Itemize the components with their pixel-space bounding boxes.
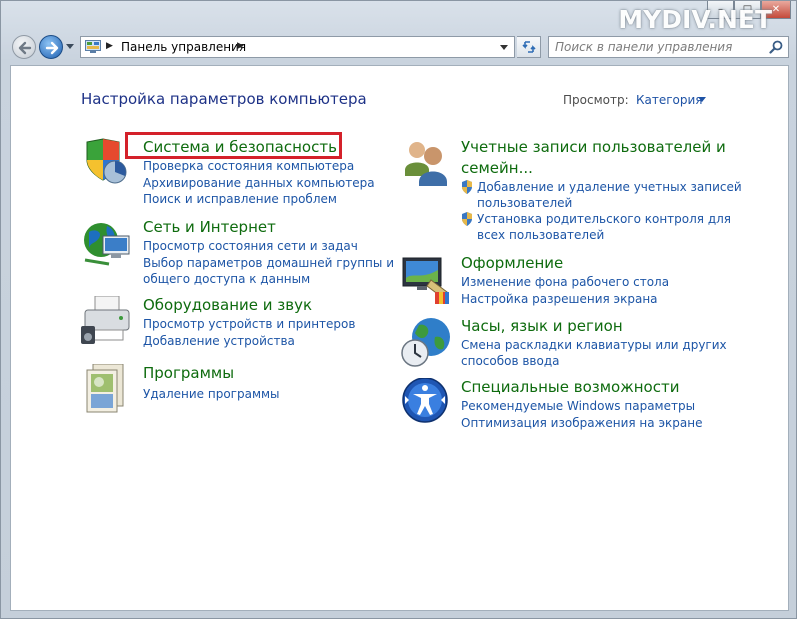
category-link[interactable]: общего доступа к данным — [143, 271, 310, 287]
category-link[interactable]: Просмотр устройств и принтеров — [143, 316, 355, 332]
category-title[interactable]: Оформление — [461, 254, 563, 272]
window-frame: – □ ✕ MYDIV.NET ▶ Панель управления ▶ По… — [0, 0, 797, 619]
page-title: Настройка параметров компьютера — [81, 90, 367, 108]
category-link[interactable]: Проверка состояния компьютера — [143, 158, 354, 174]
breadcrumb-item-control-panel[interactable]: Панель управления — [121, 40, 246, 54]
category-link[interactable]: Выбор параметров домашней группы и — [143, 255, 394, 271]
appearance-icon — [402, 257, 449, 304]
category-link[interactable]: всех пользователей — [477, 227, 604, 243]
category-title[interactable]: Часы, язык и регион — [461, 317, 623, 335]
control-panel-icon — [85, 40, 101, 53]
programs-icon — [86, 364, 124, 413]
uac-shield-icon — [462, 180, 472, 194]
highlight-box — [125, 132, 342, 159]
category-link[interactable]: способов ввода — [461, 353, 560, 369]
category-title[interactable]: Учетные записи пользователей и — [461, 138, 726, 156]
forward-button[interactable] — [39, 35, 63, 59]
category-link[interactable]: Поиск и исправление проблем — [143, 191, 337, 207]
watermark: MYDIV.NET — [618, 5, 772, 34]
category-title[interactable]: Специальные возможности — [461, 378, 679, 396]
back-button[interactable] — [12, 35, 36, 59]
content-area: Настройка параметров компьютера Просмотр… — [10, 65, 789, 611]
category-title[interactable]: Программы — [143, 364, 234, 382]
view-by-label: Просмотр: — [563, 93, 629, 107]
user-accounts-icon — [405, 142, 447, 186]
refresh-button[interactable] — [517, 36, 541, 58]
clock-language-region-icon — [401, 318, 450, 367]
category-link[interactable]: Просмотр состояния сети и задач — [143, 238, 358, 254]
category-link[interactable]: Оптимизация изображения на экране — [461, 415, 702, 431]
breadcrumb-separator-icon[interactable]: ▶ — [237, 41, 244, 51]
category-link[interactable]: Изменение фона рабочего стола — [461, 274, 669, 290]
network-internet-icon — [84, 223, 130, 266]
recent-pages-dropdown[interactable] — [66, 44, 74, 49]
refresh-icon — [521, 41, 536, 53]
chevron-down-icon[interactable] — [698, 97, 706, 102]
hardware-sound-icon — [81, 296, 130, 344]
category-title[interactable]: Сеть и Интернет — [143, 218, 276, 236]
category-link[interactable]: Установка родительского контроля для — [477, 211, 731, 227]
breadcrumb-separator-icon[interactable]: ▶ — [106, 41, 113, 51]
search-input[interactable] — [549, 37, 771, 57]
view-by-dropdown[interactable]: Категория — [636, 93, 703, 107]
address-dropdown[interactable] — [500, 45, 508, 50]
search-box[interactable] — [548, 36, 789, 58]
search-icon[interactable] — [769, 40, 783, 54]
forward-arrow-icon — [45, 41, 59, 55]
category-link[interactable]: Архивирование данных компьютера — [143, 175, 375, 191]
category-link[interactable]: Добавление устройства — [143, 333, 295, 349]
category-link[interactable]: Настройка разрешения экрана — [461, 291, 658, 307]
uac-shield-icon — [462, 212, 472, 226]
back-arrow-icon — [18, 41, 32, 55]
ease-of-access-icon — [402, 378, 448, 423]
category-link[interactable]: Смена раскладки клавиатуры или других — [461, 337, 727, 353]
category-link[interactable]: Удаление программы — [143, 386, 280, 402]
category-title[interactable]: Оборудование и звук — [143, 296, 312, 314]
category-link[interactable]: пользователей — [477, 195, 572, 211]
category-link[interactable]: Рекомендуемые Windows параметры — [461, 398, 695, 414]
address-bar[interactable]: ▶ Панель управления ▶ — [80, 36, 515, 58]
category-title-continued[interactable]: семейн... — [461, 159, 533, 177]
category-link[interactable]: Добавление и удаление учетных записей — [477, 179, 742, 195]
